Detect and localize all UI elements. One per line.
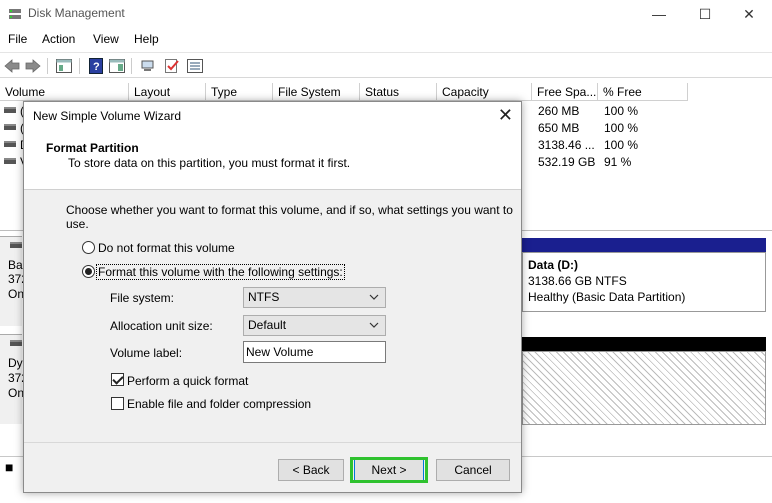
volume-percent-free: 91 % [604,155,632,169]
do-not-format-label[interactable]: Do not format this volume [98,241,235,255]
close-button[interactable]: ✕ [726,0,772,28]
menu-action[interactable]: Action [42,32,75,46]
disk-icon [10,340,22,346]
format-volume-radio[interactable] [82,265,95,278]
volume-icon [4,124,16,130]
file-system-label: File system: [110,291,175,305]
column-header-free-space[interactable]: Free Spa... [532,83,598,101]
show-hide-icon[interactable] [108,57,126,75]
dialog-close-button[interactable]: ✕ [498,105,513,126]
menu-view[interactable]: View [93,32,119,46]
column-header-volume[interactable]: Volume [0,83,129,101]
window-title: Disk Management [28,6,125,20]
file-system-select[interactable]: NTFS [243,287,386,308]
toolbar: ? [0,52,772,78]
back-button[interactable]: < Back [278,459,344,481]
new-simple-volume-wizard-dialog: New Simple Volume Wizard ✕ Format Partit… [23,101,522,493]
menu-help[interactable]: Help [134,32,159,46]
dialog-title-bar: New Simple Volume Wizard ✕ [24,102,521,130]
compression-label[interactable]: Enable file and folder compression [127,397,311,411]
properties-icon[interactable] [163,57,181,75]
minimize-button[interactable]: — [636,0,682,28]
console-tree-icon[interactable] [55,57,73,75]
column-header-capacity[interactable]: Capacity [437,83,532,101]
volume-box-size: 3138.66 GB NTFS [528,274,627,288]
volume-percent-free: 100 % [604,121,639,135]
volume-bar-unallocated [522,337,766,351]
volume-icon [4,141,16,147]
chevron-down-icon [368,288,380,307]
cancel-button[interactable]: Cancel [436,459,510,481]
disk-icon [10,242,22,248]
disk-1-label: Dy [8,356,23,370]
do-not-format-radio[interactable] [82,241,95,254]
volume-percent-free: 100 % [604,104,639,118]
volume-box-name: Data (D:) [528,258,578,272]
column-header-file-system[interactable]: File System [273,83,360,101]
volume-label-input[interactable]: New Volume [243,341,386,363]
menu-bar: File Action View Help [0,30,772,50]
toolbar-separator [79,58,80,74]
list-icon[interactable] [186,57,204,75]
maximize-button[interactable]: ☐ [682,0,728,28]
toolbar-separator [131,58,132,74]
file-system-value: NTFS [248,290,280,304]
forward-icon[interactable] [24,57,42,75]
chevron-down-icon [368,316,380,335]
svg-text:?: ? [93,61,100,73]
volume-percent-free: 100 % [604,138,639,152]
allocation-unit-value: Default [248,318,287,332]
quick-format-checkbox[interactable] [111,373,124,386]
compression-checkbox[interactable] [111,397,124,410]
dialog-prompt: Choose whether you want to format this v… [66,203,513,231]
column-header-percent-free[interactable]: % Free [598,83,688,101]
column-header-layout[interactable]: Layout [129,83,206,101]
volume-free-space: 260 MB [538,104,580,118]
volume-icon [4,107,16,113]
connect-icon[interactable] [140,57,158,75]
column-header-status[interactable]: Status [360,83,437,101]
allocation-unit-select[interactable]: Default [243,315,386,336]
disk-0-status: On [8,287,25,301]
dialog-footer-divider [24,442,521,443]
back-button-label: < Back [292,463,330,477]
disk-1-status: On [8,386,25,400]
disk-management-app-icon [8,7,22,21]
volume-box-data-d[interactable]: Data (D:) 3138.66 GB NTFS Healthy (Basic… [522,252,766,312]
volume-box-status: Healthy (Basic Data Partition) [528,290,686,304]
volume-free-space: 3138.46 ... [538,138,595,152]
format-volume-label[interactable]: Format this volume with the following se… [96,264,345,280]
cancel-button-label: Cancel [454,463,492,477]
menu-file[interactable]: File [8,32,27,46]
volume-bar-primary [522,238,766,252]
disk-management-window: Disk Management — ☐ ✕ File Action View H… [0,0,772,503]
allocation-unit-label: Allocation unit size: [110,319,213,333]
dialog-header-title: Format Partition [46,141,139,155]
volume-icon [4,158,16,164]
dialog-header: Format Partition To store data on this p… [24,130,521,190]
help-icon[interactable]: ? [87,57,105,75]
legend-marker: ■ [5,459,14,475]
volume-free-space: 650 MB [538,121,580,135]
title-bar: Disk Management — ☐ ✕ [0,0,772,28]
disk-0-label: Ba [8,258,23,272]
toolbar-separator [47,58,48,74]
back-icon[interactable] [3,57,21,75]
column-header-type[interactable]: Type [206,83,273,101]
dialog-header-subtitle: To store data on this partition, you mus… [68,156,351,170]
volume-free-space: 532.19 GB [538,155,596,169]
quick-format-label[interactable]: Perform a quick format [127,374,248,388]
dialog-title: New Simple Volume Wizard [33,109,182,123]
unallocated-space[interactable] [522,351,766,425]
next-button-highlight [350,457,428,483]
volume-label-label: Volume label: [110,346,183,360]
